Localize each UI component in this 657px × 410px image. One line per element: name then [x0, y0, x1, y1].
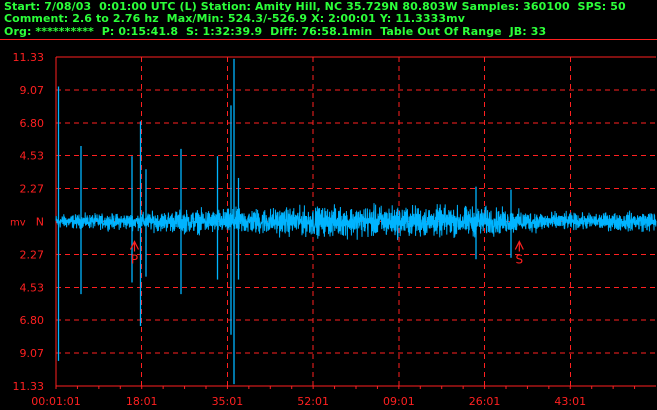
- y-axis-label: mv: [10, 218, 26, 229]
- y-tick-label: 11.33: [13, 380, 45, 393]
- y-tick-label: 4.53: [20, 150, 45, 163]
- y-tick-label: 11.33: [13, 51, 45, 64]
- phase-marker-label: S: [516, 253, 524, 267]
- y-tick-label: 9.07: [20, 84, 45, 97]
- x-tick-label: 09:01: [383, 395, 415, 408]
- phase-marker-label: P: [131, 253, 138, 267]
- x-tick-label: 00:01:01: [31, 395, 80, 408]
- y-tick-label: 6.80: [20, 314, 45, 327]
- seismic-trace: [55, 58, 657, 385]
- y-tick-label: 6.80: [20, 117, 45, 130]
- phase-marker-s: S: [514, 240, 524, 267]
- center-label: N: [36, 216, 44, 229]
- y-tick-label: 9.07: [20, 347, 45, 360]
- y-tick-label: 2.27: [20, 248, 45, 261]
- x-tick-label: 35:01: [212, 395, 244, 408]
- seismogram-chart: 11.33 9.07 6.80 4.53 2.27 2.27 4.53 6.80 9.07 11.…: [10, 51, 657, 408]
- y-tick-label: 2.27: [20, 183, 45, 196]
- y-tick-label: 4.53: [20, 281, 45, 294]
- x-tick-label: 26:01: [469, 395, 501, 408]
- x-tick-label: 43:01: [554, 395, 586, 408]
- x-tick-label: 52:01: [297, 395, 329, 408]
- x-tick-label: 18:01: [126, 395, 158, 408]
